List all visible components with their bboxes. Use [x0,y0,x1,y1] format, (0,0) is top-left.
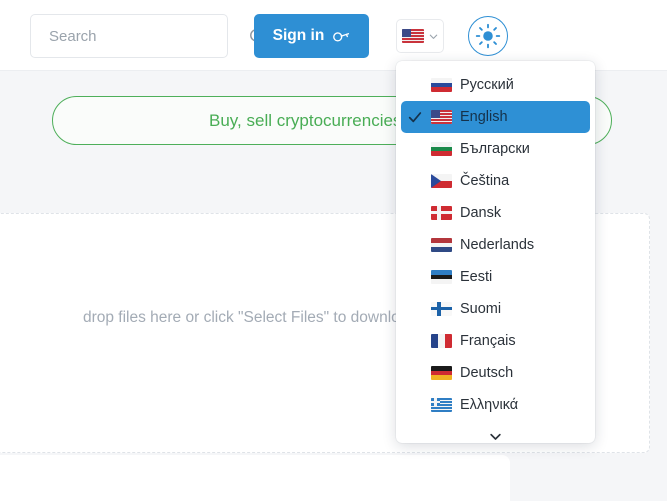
language-menu-item-label: Français [460,333,516,349]
language-menu-item-label: Čeština [460,173,510,189]
flag-cz-icon [431,174,452,188]
language-menu-item-nl[interactable]: Nederlands [401,229,590,261]
sign-in-label: Sign in [272,27,325,44]
flag-nl-icon [431,238,452,252]
language-menu-item-ee[interactable]: Eesti [401,261,590,293]
flag-fr-icon [431,334,452,348]
language-menu-item-gr[interactable]: Ελληνικά [401,389,590,421]
flag-fi-icon [431,302,452,316]
sign-in-button[interactable]: Sign in [254,14,369,58]
flag-de-icon [431,366,452,380]
language-menu-item-label: Български [460,141,530,157]
language-menu-item-label: Dansk [460,205,502,221]
sun-icon [475,23,501,49]
flag-gr-icon [431,398,452,412]
key-icon [331,27,350,46]
chevron-down-icon [488,429,503,444]
language-menu-item-label: Eesti [460,269,493,285]
language-menu-item-dk[interactable]: Dansk [401,197,590,229]
language-menu-item-fi[interactable]: Suomi [401,293,590,325]
language-menu-item-cz[interactable]: Čeština [401,165,590,197]
search-input[interactable] [49,27,248,45]
language-menu-item-fr[interactable]: Français [401,325,590,357]
language-menu-item-label: English [460,109,508,125]
flag-us-icon [401,29,424,43]
flag-bg-icon [431,142,452,156]
language-menu-item-us[interactable]: English [401,101,590,133]
language-menu-item-label: Suomi [460,301,502,317]
language-menu-item-label: Русский [460,77,514,93]
language-selector-button[interactable] [396,19,444,53]
language-menu-item-de[interactable]: Deutsch [401,357,590,389]
theme-toggle-button[interactable] [468,16,508,56]
language-menu-item-label: Nederlands [460,237,535,253]
app-root: drop files here or click "Select Files" … [0,0,667,501]
language-menu-item-label: Deutsch [460,365,514,381]
language-menu-item-label: Ελληνικά [460,397,519,413]
language-menu-more-button[interactable] [401,421,590,443]
search-box[interactable] [30,14,266,58]
flag-ee-icon [431,270,452,284]
language-dropdown-menu[interactable]: Русский English Български Čeština Dansk Neder… [396,61,595,443]
flag-dk-icon [431,206,452,220]
flag-us-icon [431,110,452,124]
language-menu-item-ru[interactable]: Русский [401,69,590,101]
chevron-down-icon [428,31,439,42]
bottom-card [0,455,510,501]
flag-ru-icon [431,78,452,92]
language-menu-item-bg[interactable]: Български [401,133,590,165]
